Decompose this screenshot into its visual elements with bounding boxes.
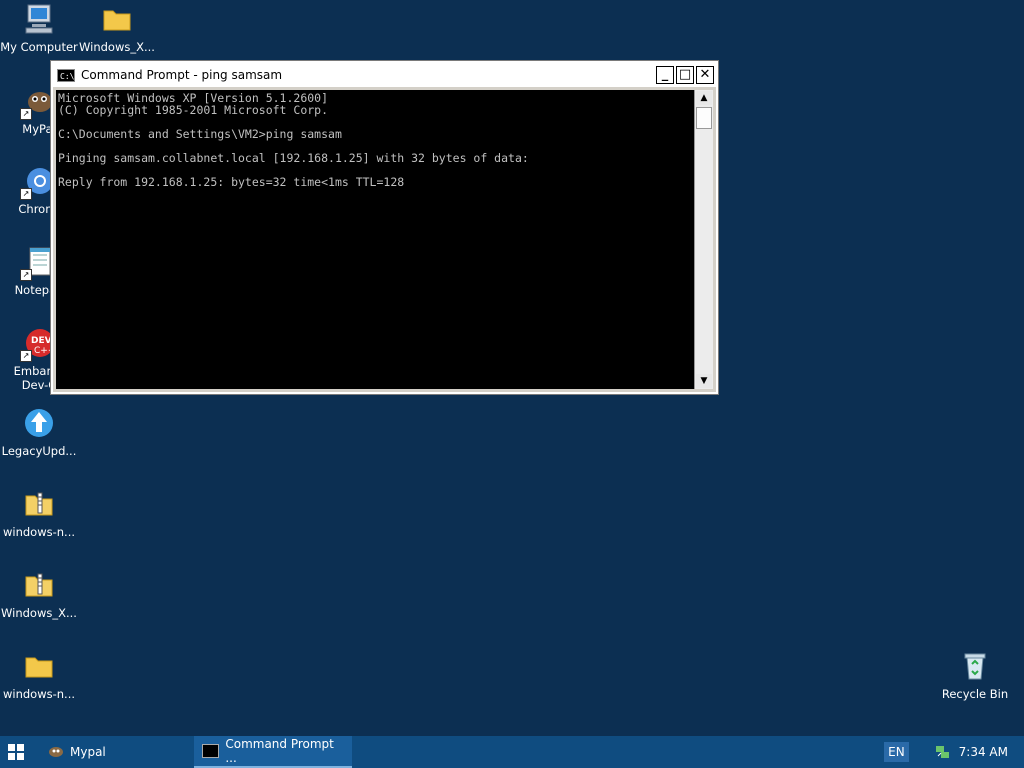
zip-folder-icon	[22, 568, 56, 602]
console-output[interactable]: Microsoft Windows XP [Version 5.1.2600] …	[56, 90, 694, 389]
network-icon[interactable]	[935, 744, 951, 760]
legacy-update-icon	[22, 406, 56, 440]
svg-text:DEV: DEV	[31, 336, 52, 346]
console-icon: C:\	[57, 68, 75, 82]
desktop-icon-legacy-update[interactable]: LegacyUpd...	[0, 406, 78, 458]
mypal-icon	[49, 747, 63, 757]
close-button[interactable]: ✕	[696, 66, 714, 84]
scroll-down-arrow-icon[interactable]: ▼	[696, 374, 712, 388]
start-button[interactable]	[0, 736, 32, 768]
zip-folder-icon	[22, 487, 56, 521]
taskbar-button-label: Mypal	[70, 745, 106, 759]
minimize-button[interactable]: _	[656, 66, 674, 84]
desktop-icon-windows-x-folder[interactable]: Windows_X...	[78, 2, 156, 54]
computer-icon	[22, 2, 56, 36]
desktop-icon-windows-n-zip[interactable]: windows-n...	[0, 487, 78, 539]
command-prompt-window[interactable]: C:\ Command Prompt - ping samsam _ □ ✕ M…	[51, 61, 718, 394]
shortcut-arrow-icon: ↗	[20, 269, 32, 281]
system-tray: EN 7:34 AM	[884, 742, 1024, 762]
scroll-up-arrow-icon[interactable]: ▲	[696, 91, 712, 105]
recycle-bin-icon	[958, 649, 992, 683]
taskbar: Mypal Command Prompt ... EN 7:34 AM	[0, 736, 1024, 768]
console-icon	[202, 744, 220, 758]
desktop-icon-label: LegacyUpd...	[1, 444, 77, 458]
desktop-icon-label: windows-n...	[2, 525, 76, 539]
desktop-icon-label: My Computer	[0, 40, 78, 54]
language-indicator[interactable]: EN	[884, 742, 909, 762]
folder-icon	[22, 649, 56, 683]
clock[interactable]: 7:34 AM	[959, 745, 1008, 759]
window-title: Command Prompt - ping samsam	[81, 68, 283, 82]
taskbar-button-label: Command Prompt ...	[225, 737, 334, 765]
desktop-icon-label: Recycle Bin	[941, 687, 1009, 701]
desktop-icon-my-computer[interactable]: My Computer	[0, 2, 78, 54]
windows-logo-icon	[8, 744, 24, 760]
desktop-icon-label: windows-n...	[2, 687, 76, 701]
shortcut-arrow-icon: ↗	[20, 188, 32, 200]
scroll-thumb[interactable]	[696, 107, 712, 129]
vertical-scrollbar[interactable]: ▲ ▼	[694, 90, 713, 389]
taskbar-button-mypal[interactable]: Mypal	[40, 736, 190, 768]
taskbar-button-command-prompt[interactable]: Command Prompt ...	[194, 736, 352, 768]
desktop-icon-windows-x-zip[interactable]: Windows_X...	[0, 568, 78, 620]
desktop-icon-windows-n-folder[interactable]: windows-n...	[0, 649, 78, 701]
console-area[interactable]: Microsoft Windows XP [Version 5.1.2600] …	[56, 90, 713, 389]
title-bar[interactable]: C:\ Command Prompt - ping samsam _ □ ✕	[53, 63, 716, 87]
desktop-icon-label: Windows_X...	[1, 606, 77, 620]
shortcut-arrow-icon: ↗	[20, 350, 32, 362]
shortcut-arrow-icon: ↗	[20, 108, 32, 120]
desktop-icon-label: Windows_X...	[79, 40, 155, 54]
maximize-button[interactable]: □	[676, 66, 694, 84]
folder-icon	[100, 2, 134, 36]
desktop-icon-recycle-bin[interactable]: Recycle Bin	[936, 649, 1014, 701]
